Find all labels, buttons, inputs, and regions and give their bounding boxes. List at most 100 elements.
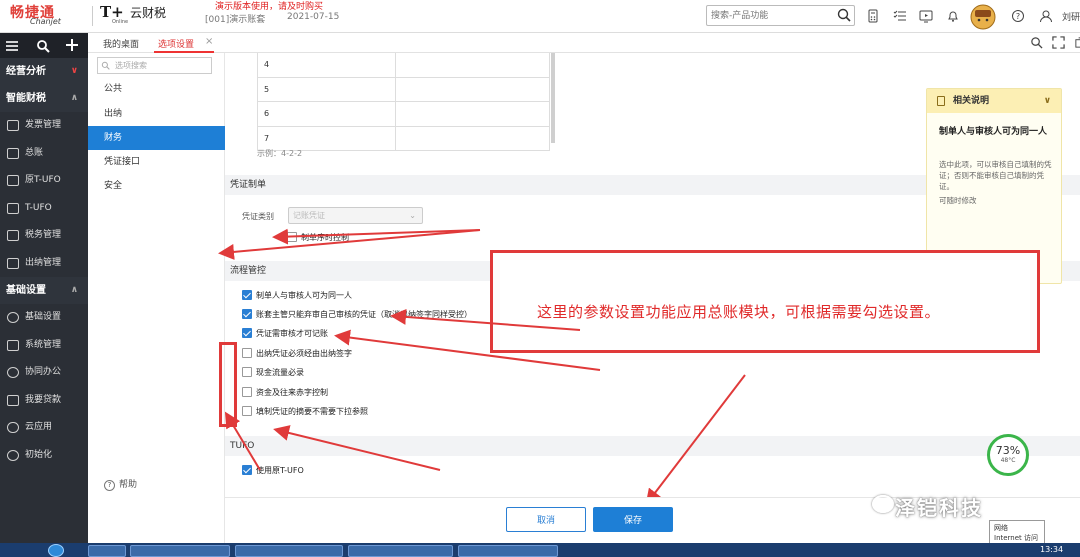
checkbox[interactable] [242, 290, 252, 300]
demo-notice-link[interactable]: 演示版本使用，请及时购买 [215, 0, 323, 12]
flow-option-deficit-control[interactable]: 资金及往来赤字控制 [242, 387, 328, 401]
mascot-avatar-icon[interactable] [968, 1, 998, 31]
sidebar-item-loan[interactable]: 我要贷款 [0, 387, 88, 415]
tufo-option-use-old[interactable]: 使用原T-UFO [242, 465, 304, 479]
save-button[interactable]: 保存 [593, 507, 673, 532]
calculator-icon[interactable] [866, 9, 880, 23]
document-icon [937, 96, 945, 106]
table-row: 5 [258, 77, 549, 102]
nav-item-finance[interactable]: 财务 [88, 126, 225, 150]
search-input[interactable] [707, 6, 835, 25]
panel-header[interactable]: 相关说明 ∨ [927, 89, 1061, 113]
sidebar-item-label: 总账 [25, 147, 44, 158]
restore-icon[interactable] [1074, 36, 1080, 49]
checkbox[interactable] [242, 367, 252, 377]
cpu-gauge-widget[interactable]: 73% 48°C [987, 434, 1029, 476]
sidebar-item-cashier[interactable]: 出纳管理 [0, 250, 88, 278]
flow-option-summary-no-dropdown[interactable]: 填制凭证的摘要不需要下拉参照 [242, 406, 368, 420]
sidebar-item-tufo[interactable]: T-UFO [0, 195, 88, 223]
gauge-percent: 73% [995, 444, 1021, 457]
nav-item-security[interactable]: 安全 [88, 174, 225, 198]
start-button[interactable] [48, 544, 64, 557]
checkbox[interactable] [242, 387, 252, 397]
sidebar-item-old-tufo[interactable]: 原T-UFO [0, 167, 88, 195]
checkbox[interactable] [287, 232, 297, 242]
user-name[interactable]: 刘研 [1062, 10, 1080, 23]
help-icon[interactable]: ? [1011, 9, 1025, 23]
voucher-type-select[interactable]: 记账凭证 ⌄ [288, 207, 423, 224]
taskbar-button[interactable] [235, 545, 343, 557]
sidebar-item-label: 基础设置 [25, 312, 62, 322]
help-link[interactable]: ? 帮助 [104, 477, 137, 491]
sidebar-item-basic-settings[interactable]: 基础设置 [0, 304, 88, 332]
taskbar-button[interactable] [348, 545, 453, 557]
table-cell: 6 [264, 109, 270, 118]
nav-item-cashier[interactable]: 出纳 [88, 102, 225, 126]
video-icon[interactable] [919, 9, 933, 23]
sidebar-item-label: 系统管理 [25, 339, 62, 350]
gauge-temp: 48°C [1000, 457, 1016, 464]
sidebar-item-ledger[interactable]: 总账 [0, 140, 88, 168]
sidebar-item-cloud[interactable]: 云应用 [0, 414, 88, 442]
add-icon[interactable] [65, 38, 79, 52]
product-search[interactable] [706, 5, 855, 26]
taskbar-button[interactable] [458, 545, 558, 557]
nav-item-voucher-interface[interactable]: 凭证接口 [88, 150, 225, 174]
nav-item-public[interactable]: 公共 [88, 77, 225, 101]
table-row: 6 [258, 102, 549, 127]
system-icon [7, 339, 19, 351]
wechat-logo-icon [872, 495, 894, 513]
login-date: 2021-07-15 [287, 12, 340, 22]
flow-option-audit-before-post[interactable]: 凭证需审核才可记账 [242, 328, 328, 342]
gear-icon [7, 312, 19, 323]
option-label: 使用原T-UFO [256, 466, 304, 475]
search-icon [101, 61, 110, 70]
fullscreen-icon[interactable] [1052, 36, 1065, 49]
flow-option-cashflow-required[interactable]: 现金流量必录 [242, 367, 304, 381]
search-icon[interactable] [837, 8, 851, 22]
sidebar-item-label: 初始化 [25, 449, 53, 460]
sidebar-item-invoice[interactable]: 发票管理 [0, 112, 88, 140]
help-label: 帮助 [119, 480, 138, 490]
task-list-icon[interactable] [893, 9, 907, 23]
help-icon: ? [104, 480, 115, 491]
checkbox[interactable] [242, 328, 252, 338]
menu-icon[interactable] [5, 39, 19, 53]
table-scrollbar[interactable] [551, 53, 555, 143]
sidebar-group-basic[interactable]: 基础设置 ∧ [0, 277, 88, 304]
sidebar-item-tax[interactable]: 税务管理 [0, 222, 88, 250]
sidebar-item-collab[interactable]: 协同办公 [0, 359, 88, 387]
tplus-online-label: Online [112, 19, 129, 25]
sidebar-item-init[interactable]: 初始化 [0, 442, 88, 470]
sidebar-group-finance[interactable]: 智能财税 ∧ [0, 85, 88, 112]
flow-option-same-person[interactable]: 制单人与审核人可为同一人 [242, 290, 352, 304]
search-icon[interactable] [36, 39, 50, 53]
taskbar-button[interactable] [130, 545, 230, 557]
options-search-input[interactable]: 选项搜索 [97, 57, 212, 74]
tab-home[interactable]: 我的桌面 [103, 37, 139, 50]
tab-settings[interactable]: 选项设置 [154, 37, 198, 50]
sidebar-item-system[interactable]: 系统管理 [0, 332, 88, 360]
flow-option-cashier-sign[interactable]: 出纳凭证必须经由出纳签字 [242, 348, 352, 362]
collab-icon [7, 367, 19, 378]
checkbox[interactable] [242, 309, 252, 319]
taskbar-button[interactable] [88, 545, 126, 557]
chevron-down-icon[interactable]: ∨ [1044, 89, 1051, 113]
checkbox[interactable] [242, 406, 252, 416]
cancel-button[interactable]: 取消 [506, 507, 586, 532]
tooltip-line: 网络 [994, 524, 1008, 532]
sidebar-group-analysis[interactable]: 经营分析 ∨ [0, 58, 88, 85]
checkbox[interactable] [242, 348, 252, 358]
flow-option-supervisor-unaudit[interactable]: 账套主管只能弃审自己审核的凭证（取消出纳签字同样受控） [242, 309, 472, 323]
serial-control-option[interactable]: 制单序时控制 [287, 232, 349, 246]
account-name[interactable]: [001]演示账套 [205, 12, 265, 25]
tax-icon [7, 230, 19, 241]
options-nav: 选项搜索 公共 出纳 财务 凭证接口 安全 ? 帮助 [88, 53, 225, 543]
chevron-up-icon: ∧ [70, 285, 78, 295]
checkbox[interactable] [242, 465, 252, 475]
search-icon[interactable] [1030, 36, 1043, 49]
close-icon[interactable]: × [205, 36, 213, 47]
option-label: 制单序时控制 [301, 233, 349, 242]
user-icon[interactable] [1039, 9, 1053, 23]
bell-icon[interactable] [946, 9, 960, 23]
